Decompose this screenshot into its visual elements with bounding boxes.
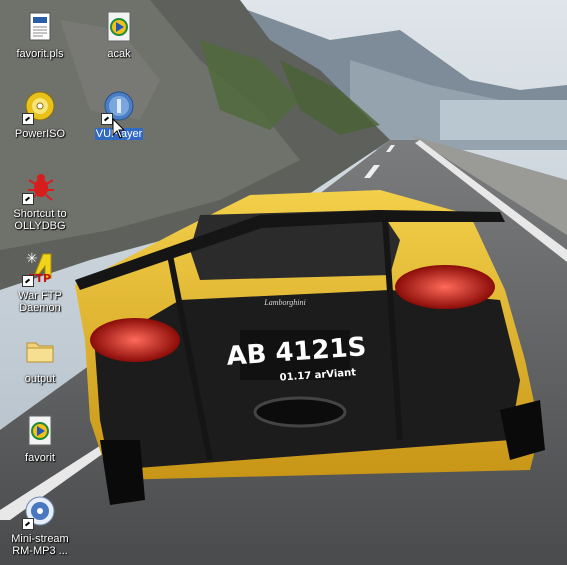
desktop-icon-label: Mini-stream RM-MP3 ... bbox=[11, 533, 69, 557]
desktop-icon-poweriso[interactable]: PowerISO bbox=[2, 90, 78, 140]
desktop-icon-warftp[interactable]: ✳ FTP War FTP Daemon bbox=[2, 252, 78, 314]
desktop-icon-favorit-pls[interactable]: favorit.pls bbox=[2, 10, 78, 60]
desktop-icon-label: Shortcut to OLLYDBG bbox=[13, 208, 67, 232]
desktop-icon-label: favorit bbox=[25, 452, 55, 464]
desktop-icon-label: favorit.pls bbox=[16, 48, 64, 60]
desktop-icon-acak[interactable]: acak bbox=[81, 10, 157, 60]
media-file-icon bbox=[23, 414, 57, 448]
shortcut-arrow-icon bbox=[22, 113, 34, 125]
ministream-icon bbox=[22, 495, 57, 530]
desktop-icon-label: acak bbox=[107, 48, 131, 60]
shortcut-arrow-icon bbox=[22, 275, 34, 287]
plate-badge: Lamborghini bbox=[263, 298, 306, 307]
media-file-icon bbox=[102, 10, 136, 44]
folder-icon bbox=[23, 335, 57, 369]
desktop-icon-label: output bbox=[24, 373, 56, 385]
ollydbg-bug-icon bbox=[22, 170, 57, 205]
shortcut-arrow-icon bbox=[22, 518, 34, 530]
desktop[interactable]: Lamborghini AB 4121S 01.17 arViant favor… bbox=[0, 0, 567, 565]
desktop-icon-favorit[interactable]: favorit bbox=[2, 414, 78, 464]
desktop-icon-label: PowerISO bbox=[14, 128, 66, 140]
playlist-file-icon bbox=[23, 10, 57, 44]
wallpaper-image: Lamborghini AB 4121S 01.17 arViant bbox=[0, 0, 567, 565]
warftp-icon: ✳ FTP bbox=[22, 252, 57, 287]
poweriso-disc-icon bbox=[22, 90, 57, 125]
desktop-icon-ministream[interactable]: Mini-stream RM-MP3 ... bbox=[2, 495, 78, 557]
desktop-icon-label: War FTP Daemon bbox=[18, 290, 62, 314]
svg-text:✳: ✳ bbox=[26, 252, 38, 267]
shortcut-arrow-icon bbox=[22, 193, 34, 205]
mouse-pointer-icon bbox=[112, 118, 126, 139]
desktop-icon-ollydbg[interactable]: Shortcut to OLLYDBG bbox=[2, 170, 78, 232]
desktop-icon-output[interactable]: output bbox=[2, 335, 78, 385]
